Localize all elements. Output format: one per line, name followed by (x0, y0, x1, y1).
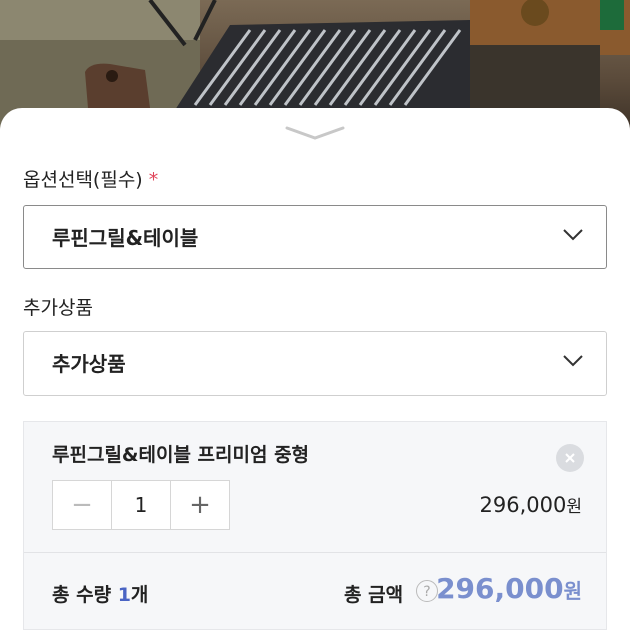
selected-item-panel: 루핀그릴&테이블 프리미엄 중형 − 1 + 296,000원 총 수량 1개 … (23, 421, 607, 630)
option-label-text: 옵션선택(필수) (23, 169, 143, 191)
chevron-down-icon[interactable] (283, 124, 347, 142)
total-quantity-unit: 개 (130, 584, 149, 606)
option-sheet: 옵션선택(필수) * 루핀그릴&테이블 추가상품 추가상품 루핀그릴&테이블 프리… (0, 108, 630, 630)
option-select-value: 루핀그릴&테이블 (52, 226, 199, 250)
close-icon (565, 453, 575, 463)
quantity-value[interactable]: 1 (112, 481, 170, 529)
quantity-increase-button[interactable]: + (170, 481, 229, 529)
option-select[interactable]: 루핀그릴&테이블 (23, 205, 607, 269)
total-quantity-label: 총 수량 (52, 584, 112, 606)
total-amount: 296,000원 (436, 572, 582, 605)
addon-label: 추가상품 (23, 297, 93, 319)
remove-item-button[interactable] (556, 444, 584, 472)
total-amount-label: 총 금액 (344, 584, 404, 606)
help-icon[interactable]: ? (416, 580, 438, 602)
selected-item-name: 루핀그릴&테이블 프리미엄 중형 (52, 444, 310, 466)
total-amount-unit: 원 (563, 579, 582, 603)
addon-select-value: 추가상품 (52, 352, 126, 376)
required-mark: * (148, 169, 159, 191)
option-label: 옵션선택(필수) * (23, 165, 158, 192)
item-price-value: 296,000 (479, 493, 567, 517)
item-price: 296,000원 (480, 492, 582, 517)
quantity-stepper: − 1 + (52, 480, 230, 530)
addon-select[interactable]: 추가상품 (23, 331, 607, 396)
total-amount-value: 296,000 (436, 572, 564, 605)
total-quantity-value: 1 (117, 584, 131, 606)
quantity-decrease-button[interactable]: − (53, 481, 112, 529)
chevron-down-icon (563, 229, 583, 241)
chevron-down-icon (563, 355, 583, 367)
total-quantity: 총 수량 1개 (52, 580, 148, 607)
item-price-unit: 원 (566, 497, 582, 517)
divider (24, 552, 606, 553)
